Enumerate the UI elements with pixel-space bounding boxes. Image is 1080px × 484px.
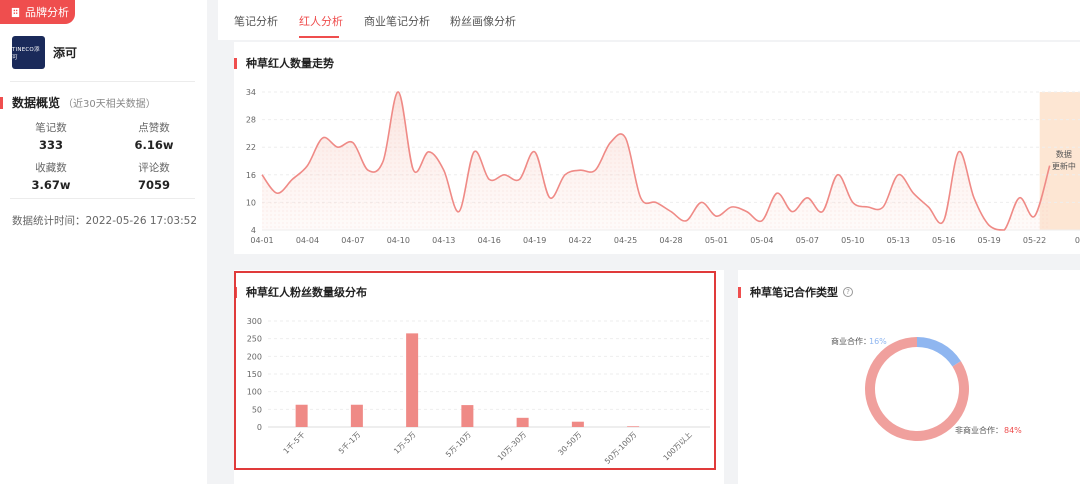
stat-collects: 收藏数 3.67w	[31, 162, 71, 192]
x-tick-label: 5万-10万	[444, 430, 473, 459]
cooperation-type-card: 种草笔记合作类型 ? 商业合作： 16% 非商业合作： 84%	[738, 270, 1080, 484]
fan-distribution-chart: 0 50 100 150 200 250 300 1千-5千 5千-1万 1万-5万 5万-10万 1…	[247, 317, 710, 466]
x-tick-label: 05-13	[887, 236, 910, 245]
slice-value: 16%	[869, 337, 887, 346]
x-tick-label: 04-04	[296, 236, 319, 245]
building-icon	[11, 7, 20, 17]
x-tick-label: 04-16	[478, 236, 501, 245]
divider	[10, 198, 195, 199]
x-tick-label: 04-28	[659, 236, 682, 245]
y-tick-label: 0	[257, 423, 262, 432]
x-tick-label: 04-19	[523, 236, 546, 245]
stat-likes: 点赞数 6.16w	[134, 122, 174, 152]
y-tick-label: 300	[247, 317, 262, 326]
x-tick-label: 05	[1075, 236, 1080, 245]
y-tick-label: 16	[246, 171, 256, 180]
trend-card: 种草红人数量走势 4 10 16 22 28 34 04-01 04-04 04-07 04-10…	[234, 42, 1080, 254]
y-tick-label: 50	[252, 405, 262, 414]
stat-notes: 笔记数 333	[35, 122, 67, 152]
y-tick-label: 4	[251, 226, 256, 235]
tab-note-analysis[interactable]: 笔记分析	[234, 13, 278, 29]
cooperation-type-chart: 商业合作：16% 非商业合作： 84%	[831, 336, 1022, 441]
slice-value: 84%	[1004, 426, 1022, 435]
bar[interactable]	[350, 404, 363, 427]
y-tick-label: 100	[247, 388, 262, 397]
x-tick-label: 04-07	[341, 236, 364, 245]
x-tick-label: 10万-30万	[496, 430, 529, 463]
stat-comments: 评论数 7059	[137, 162, 170, 192]
y-tick-label: 28	[246, 116, 256, 125]
brand-analysis-tag: 品牌分析	[0, 0, 75, 24]
fan-distribution-card: 种草红人粉丝数量级分布 0 50 100 150 200 250 300 1千-5千 5千-1万…	[234, 270, 724, 484]
x-tick-label: 5千-1万	[336, 429, 363, 456]
x-tick-label: 30-50万	[556, 430, 583, 457]
brand-logo: TINECO添可	[12, 36, 45, 69]
brand-name: 添可	[53, 46, 78, 60]
active-tab-indicator	[299, 36, 339, 38]
brand-panel: 品牌分析 TINECO添可 添可 数据概览 （近30天相关数据） 笔记数 333…	[0, 0, 207, 484]
overlay-label: 数据	[1056, 149, 1072, 159]
brand-tag-label: 品牌分析	[25, 6, 69, 19]
bar[interactable]	[516, 417, 529, 427]
tab-influencer-analysis[interactable]: 红人分析	[299, 13, 343, 29]
x-tick-label: 05-04	[750, 236, 773, 245]
x-tick-label: 05-01	[705, 236, 728, 245]
x-tick-label: 04-10	[387, 236, 410, 245]
y-tick-label: 200	[247, 352, 262, 361]
y-tick-label: 10	[246, 198, 256, 207]
tab-commercial-note-analysis[interactable]: 商业笔记分析	[364, 13, 430, 29]
overlay-label: 更新中	[1052, 161, 1076, 171]
y-tick-label: 34	[246, 88, 256, 97]
x-tick-label: 04-13	[432, 236, 455, 245]
bar[interactable]	[627, 426, 640, 427]
bar[interactable]	[461, 405, 474, 427]
x-tick-label: 05-16	[932, 236, 955, 245]
stats-timestamp: 数据统计时间：2022-05-26 17:03:52	[12, 215, 198, 227]
donut-slice[interactable]	[917, 337, 961, 367]
x-tick-label: 50万-100万	[603, 430, 639, 466]
x-tick-label: 1万-5万	[392, 430, 418, 456]
bar[interactable]	[406, 333, 419, 427]
slice-label: 非商业合作：	[955, 425, 1003, 435]
x-tick-label: 05-10	[841, 236, 864, 245]
slice-label: 商业合作：	[831, 336, 871, 346]
bar[interactable]	[295, 404, 308, 427]
x-tick-label: 04-01	[250, 236, 273, 245]
tab-fan-profile-analysis[interactable]: 粉丝画像分析	[450, 13, 516, 29]
y-tick-label: 250	[247, 335, 262, 344]
bar[interactable]	[571, 421, 584, 427]
divider	[10, 81, 195, 82]
y-tick-label: 22	[246, 143, 256, 152]
overview-title: 数据概览 （近30天相关数据）	[0, 94, 156, 111]
x-tick-label: 100万以上	[661, 430, 694, 463]
analysis-tabs: 笔记分析 红人分析 商业笔记分析 粉丝画像分析	[218, 0, 1080, 40]
x-tick-label: 05-22	[1023, 236, 1046, 245]
x-tick-label: 05-19	[977, 236, 1000, 245]
x-tick-label: 04-25	[614, 236, 637, 245]
x-tick-label: 05-07	[796, 236, 819, 245]
y-tick-label: 150	[247, 370, 262, 379]
x-tick-label: 1千-5千	[281, 429, 308, 456]
trend-area-texture	[262, 91, 1050, 230]
trend-chart: 4 10 16 22 28 34 04-01 04-04 04-07 04-10 04-13 04-1…	[246, 88, 1080, 245]
brand-row: TINECO添可 添可	[12, 36, 77, 69]
x-tick-label: 04-22	[568, 236, 591, 245]
